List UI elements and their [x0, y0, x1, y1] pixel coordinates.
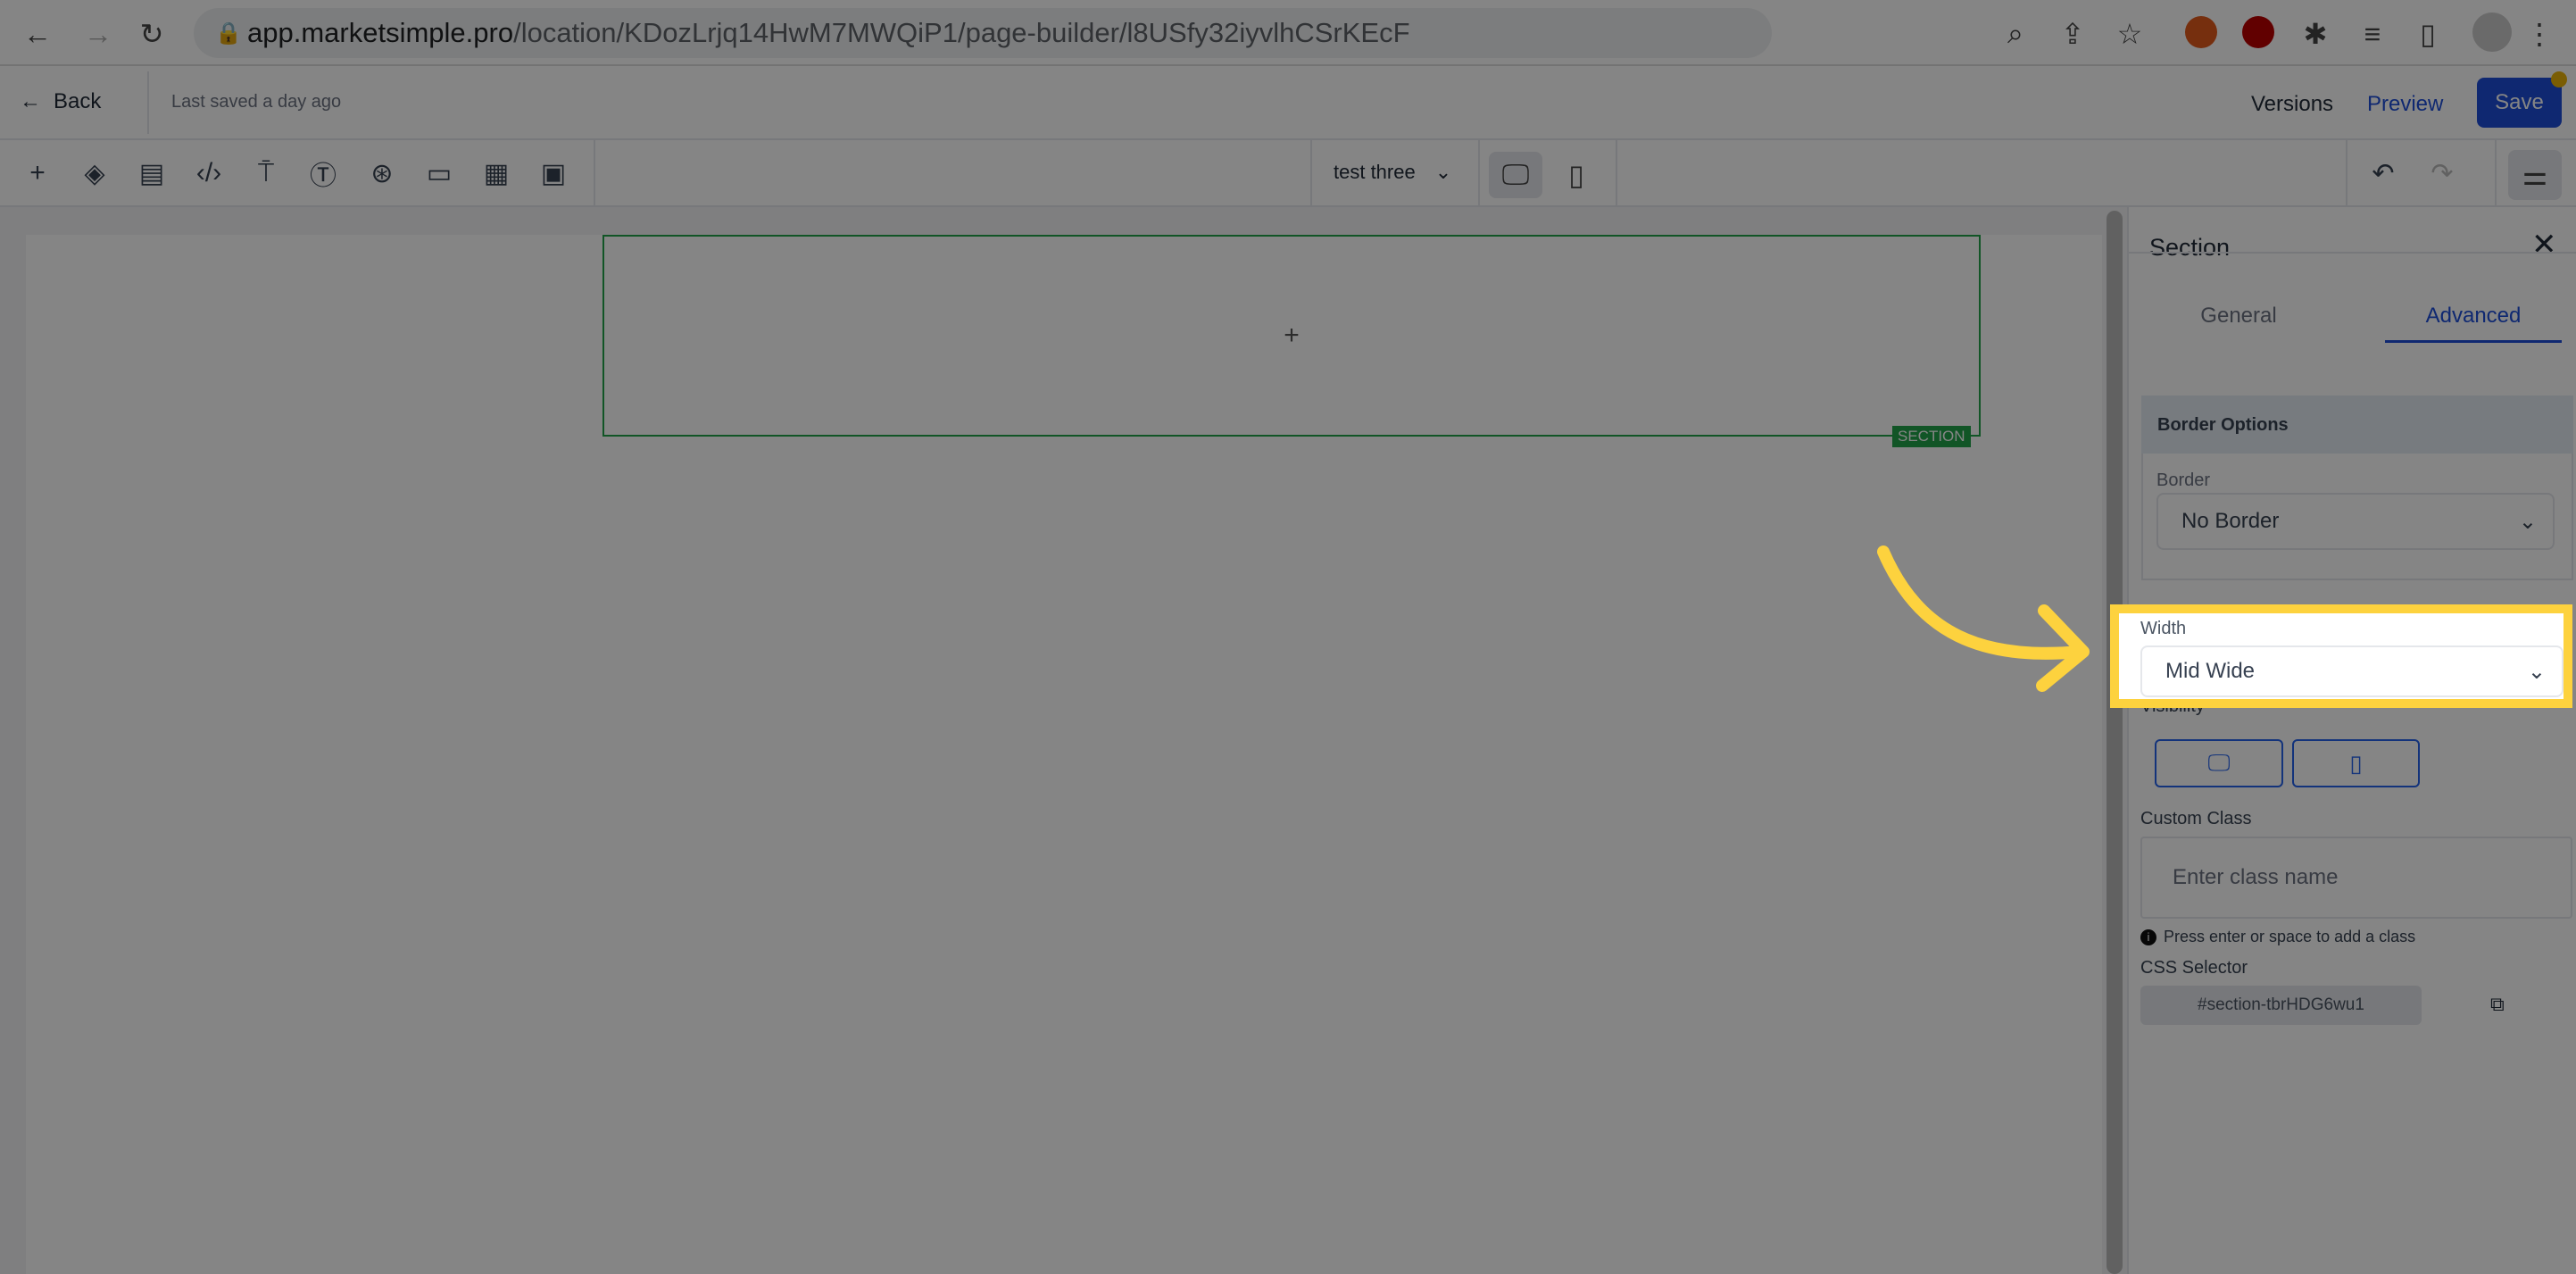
- width-value: Mid Wide: [2165, 659, 2256, 683]
- width-select[interactable]: Mid Wide ⌄: [2140, 645, 2564, 697]
- width-highlight: Width Mid Wide ⌄: [2110, 604, 2572, 708]
- chevron-down-icon: ⌄: [2527, 659, 2546, 684]
- annotation-arrow-icon: [1877, 545, 2090, 692]
- width-label: Width: [2140, 619, 2187, 638]
